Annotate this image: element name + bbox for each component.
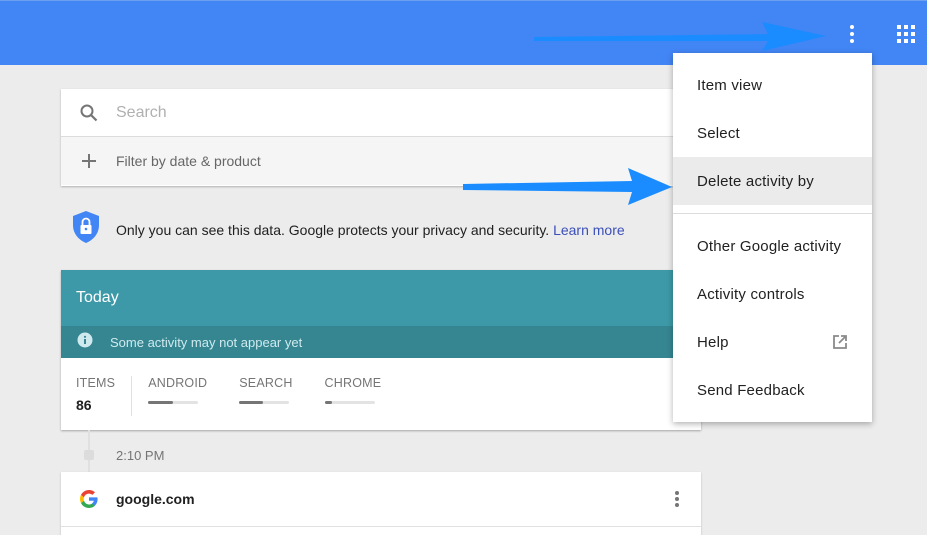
menu-label: Select	[697, 124, 740, 142]
stats-row: ITEMS 86 ANDROID SEARCH CHROME	[61, 358, 701, 416]
filter-by-date-product-button[interactable]: Filter by date & product	[61, 137, 701, 185]
time-label: 2:10 PM	[116, 448, 165, 463]
apps-grid-icon[interactable]	[897, 25, 915, 43]
menu-item-item-view[interactable]: Item view	[673, 61, 872, 109]
overflow-menu: Item view Select Delete activity by Othe…	[673, 53, 872, 422]
more-vert-icon[interactable]	[842, 23, 862, 45]
menu-label: Item view	[697, 76, 763, 94]
search-input[interactable]	[116, 103, 616, 122]
items-count: 86	[76, 397, 92, 413]
menu-label: Help	[697, 333, 729, 351]
menu-item-activity-controls[interactable]: Activity controls	[673, 270, 872, 318]
menu-label: Delete activity by	[697, 172, 814, 190]
filter-label: Filter by date & product	[116, 153, 261, 169]
menu-label: Other Google activity	[697, 237, 842, 255]
stats-divider	[131, 376, 133, 416]
search-bar	[239, 401, 290, 404]
menu-label: Activity controls	[697, 285, 805, 303]
shield-lock-icon	[72, 210, 100, 249]
menu-item-other-google-activity[interactable]: Other Google activity	[673, 222, 872, 270]
stat-search[interactable]: SEARCH	[239, 376, 292, 416]
today-title: Today	[76, 289, 119, 306]
learn-more-link[interactable]: Learn more	[553, 222, 625, 238]
privacy-message: Only you can see this data. Google prote…	[116, 221, 550, 238]
android-bar	[148, 401, 199, 404]
chrome-label: CHROME	[324, 376, 382, 390]
android-label: ANDROID	[148, 376, 208, 390]
search-label: SEARCH	[239, 376, 293, 390]
stat-chrome[interactable]: CHROME	[324, 376, 382, 416]
search-card: Filter by date & product	[61, 89, 701, 186]
chrome-bar-fill	[324, 401, 333, 404]
open-in-new-icon	[832, 334, 848, 354]
stat-items: ITEMS 86	[76, 376, 115, 416]
privacy-text: Only you can see this data. Google prote…	[116, 222, 625, 238]
activity-item-header[interactable]: google.com	[61, 472, 701, 527]
search-row	[61, 89, 701, 137]
search-bar-fill	[239, 401, 264, 404]
plus-icon	[61, 153, 116, 169]
item-title: google.com	[116, 491, 195, 507]
timeline-dot	[84, 450, 94, 460]
menu-item-help[interactable]: Help	[673, 318, 872, 366]
menu-item-send-feedback[interactable]: Send Feedback	[673, 366, 872, 414]
today-header: Today	[61, 270, 701, 326]
google-g-icon	[61, 490, 116, 508]
today-summary-card: Today Some activity may not appear yet I…	[61, 270, 701, 430]
menu-item-delete-activity-by[interactable]: Delete activity by	[673, 157, 872, 205]
item-more-vert-icon[interactable]	[673, 491, 681, 511]
activity-notice: Some activity may not appear yet	[61, 326, 701, 358]
menu-divider	[673, 213, 872, 214]
chrome-bar	[324, 401, 375, 404]
search-icon	[61, 103, 116, 123]
menu-label: Send Feedback	[697, 381, 805, 399]
notice-text: Some activity may not appear yet	[110, 334, 303, 350]
info-icon	[77, 332, 93, 353]
privacy-notice: Only you can see this data. Google prote…	[72, 210, 625, 249]
android-bar-fill	[148, 401, 174, 404]
items-label: ITEMS	[76, 376, 116, 390]
stat-android[interactable]: ANDROID	[148, 376, 207, 416]
menu-item-select[interactable]: Select	[673, 109, 872, 157]
activity-item-card: google.com	[61, 472, 701, 535]
